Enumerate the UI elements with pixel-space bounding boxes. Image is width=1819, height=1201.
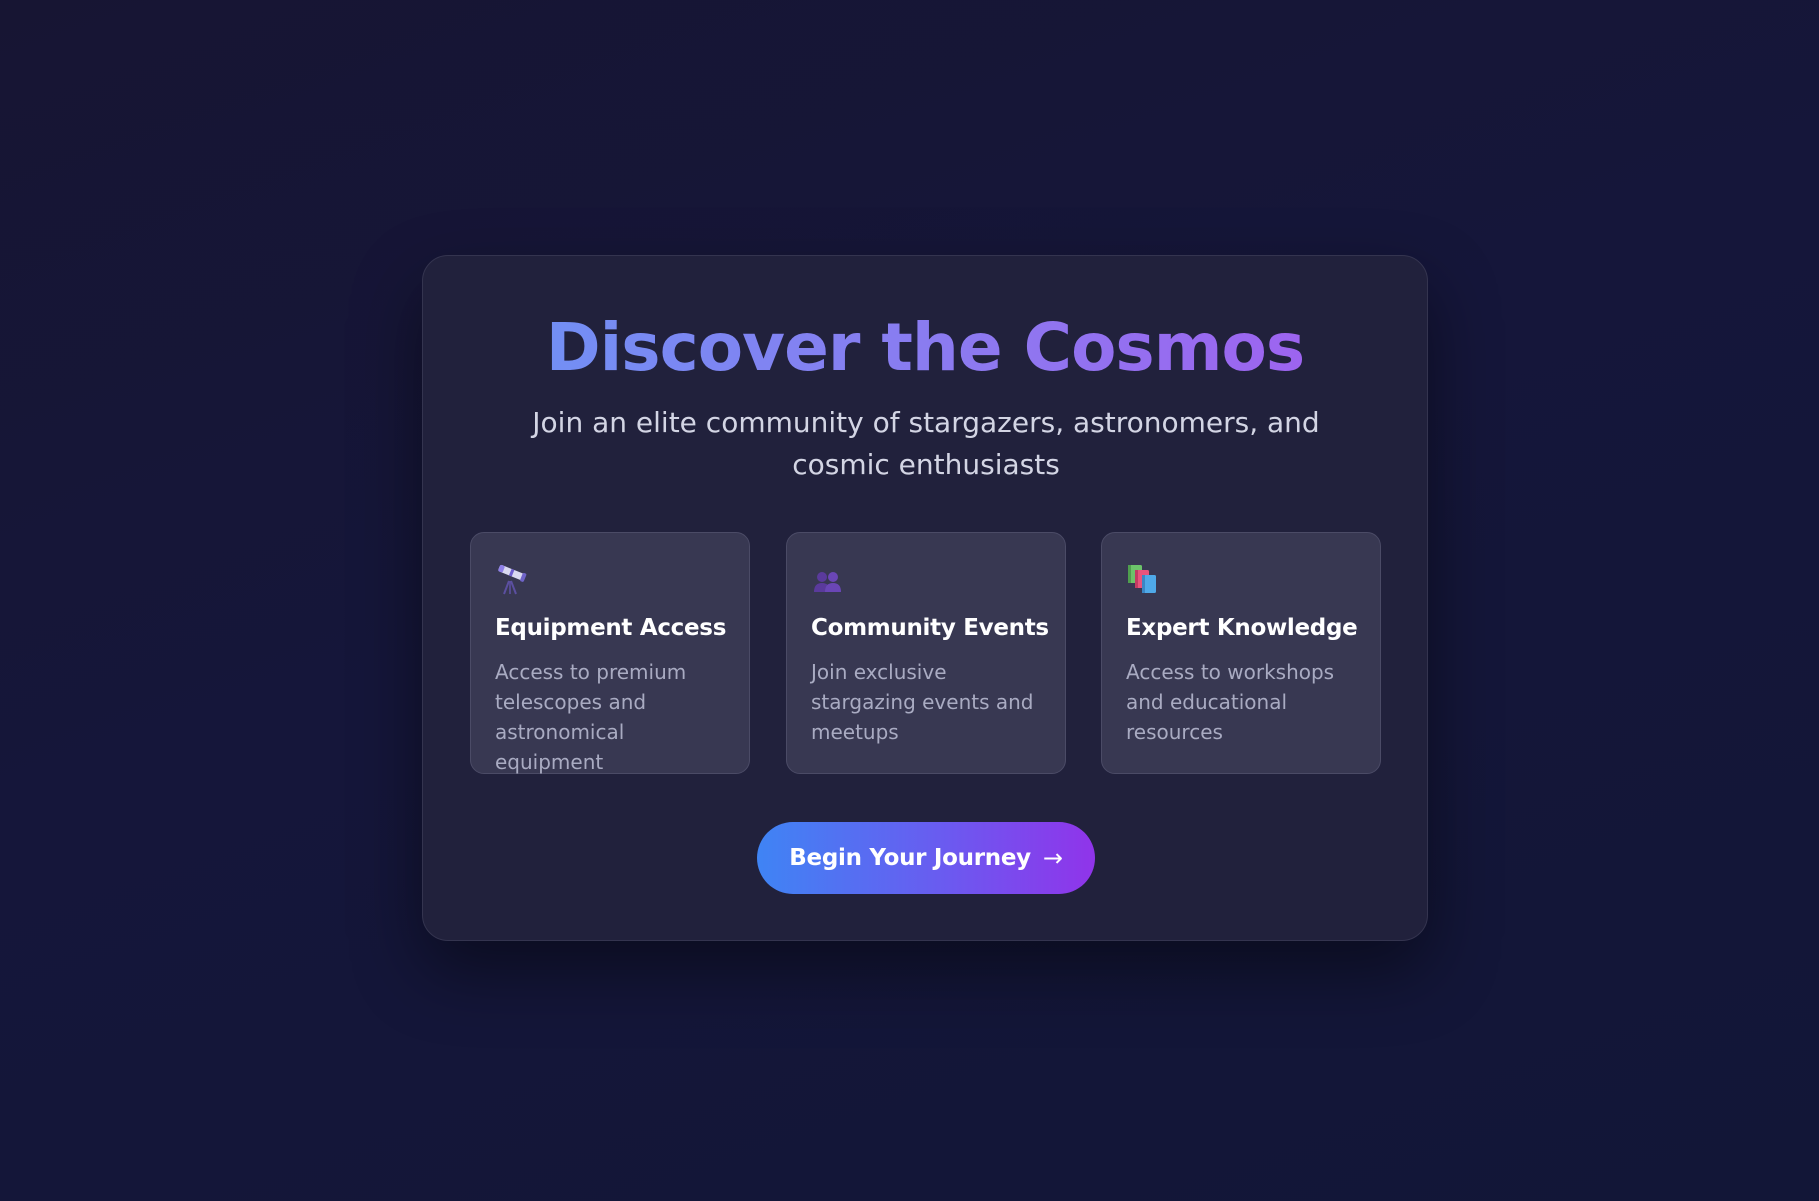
page-title: Discover the Cosmos xyxy=(423,308,1427,388)
feature-description: Access to workshops and educational reso… xyxy=(1126,660,1335,744)
begin-journey-label: Begin Your Journey xyxy=(789,845,1031,871)
feature-card-equipment: Equipment Access Access to premium teles… xyxy=(470,532,750,774)
feature-title: Equipment Access xyxy=(495,615,727,641)
page-subtitle: Join an elite community of stargazers, a… xyxy=(532,406,1320,481)
feature-title: Community Events xyxy=(811,615,1049,641)
signup-card: Discover the Cosmos Join an elite commun… xyxy=(422,255,1428,941)
feature-card-events: Community Events Join exclusive stargazi… xyxy=(786,532,1066,774)
feature-description: Join exclusive stargazing events and mee… xyxy=(811,660,1034,744)
feature-card-knowledge: Expert Knowledge Access to workshops and… xyxy=(1101,532,1381,774)
telescope-icon xyxy=(498,564,527,595)
arrow-right-icon: → xyxy=(1042,844,1063,872)
feature-description: Access to premium telescopes and astrono… xyxy=(495,660,687,774)
books-icon xyxy=(1128,565,1156,593)
feature-title: Expert Knowledge xyxy=(1126,615,1358,641)
begin-journey-button[interactable]: Begin Your Journey → xyxy=(757,822,1095,894)
people-icon xyxy=(814,572,841,592)
